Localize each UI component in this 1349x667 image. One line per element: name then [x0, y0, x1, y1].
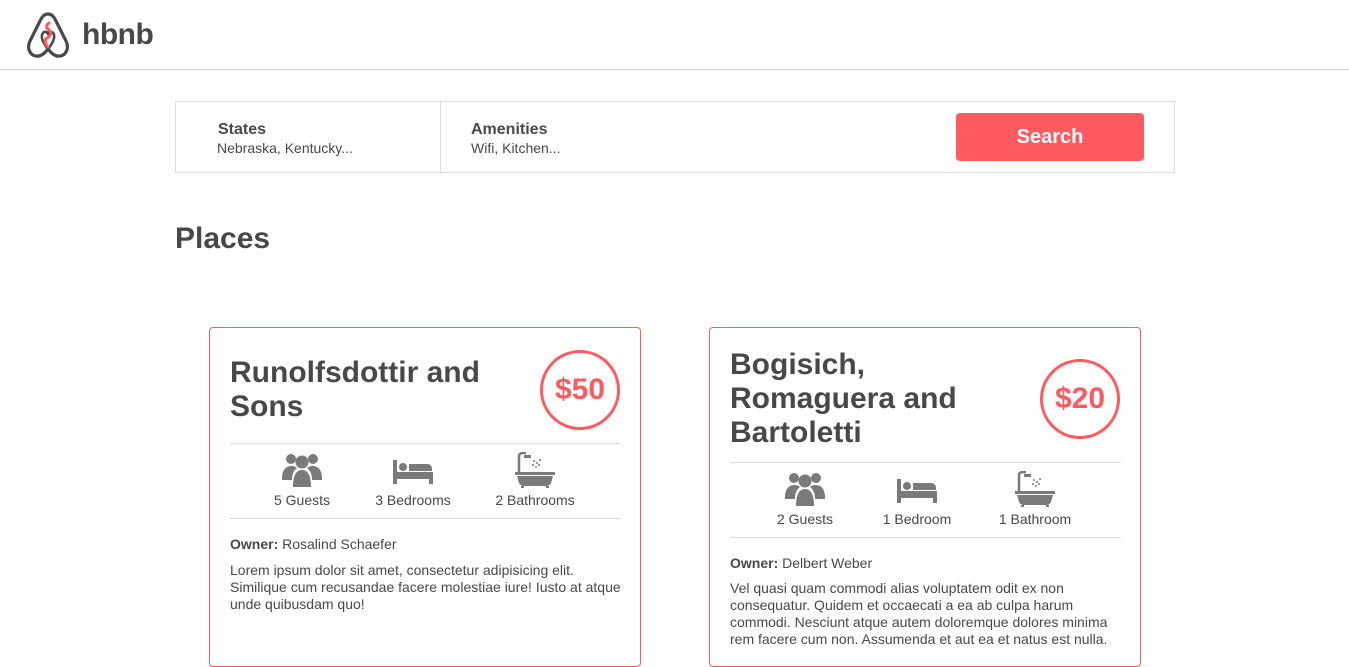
guests-label: 5 Guests	[273, 492, 331, 508]
search-button[interactable]: Search	[956, 113, 1144, 161]
place-header: Runolfsdottir and Sons $50	[230, 348, 620, 432]
states-filter[interactable]: States Nebraska, Kentucky...	[176, 102, 441, 172]
guests-info: 2 Guests	[750, 463, 860, 527]
bathrooms-label: 1 Bathroom	[998, 511, 1072, 527]
place-card[interactable]: Bogisich, Romaguera and Bartoletti $20 2…	[709, 327, 1141, 667]
bedrooms-info: 1 Bedroom	[862, 463, 972, 527]
price-badge: $20	[1040, 359, 1120, 439]
place-description: Vel quasi quam commodi alias voluptatem …	[730, 580, 1108, 647]
guests-info: 5 Guests	[247, 444, 357, 508]
bathrooms-label: 2 Bathrooms	[495, 492, 575, 508]
bed-icon	[897, 479, 937, 503]
place-info: 5 Guests 3 Bedrooms 2 Bathrooms	[230, 443, 621, 519]
bed-icon	[393, 460, 433, 484]
site-header: hbnb	[0, 0, 1349, 70]
bathtub-icon	[515, 452, 555, 488]
place-description: Lorem ipsum dolor sit amet, consectetur …	[230, 562, 621, 612]
place-name: Bogisich, Romaguera and Bartoletti	[730, 348, 957, 449]
amenities-filter[interactable]: Amenities Wifi, Kitchen...	[441, 102, 941, 172]
bedrooms-info: 3 Bedrooms	[358, 444, 468, 508]
guests-icon	[785, 473, 825, 506]
owner-line: Owner: Delbert Weber	[730, 555, 872, 571]
amenities-filter-value: Wifi, Kitchen...	[471, 140, 561, 156]
hbnb-logo-icon	[27, 12, 69, 58]
bathrooms-info: 2 Bathrooms	[480, 444, 590, 508]
states-filter-title: States	[218, 121, 267, 138]
owner-name: Rosalind Schaefer	[282, 536, 397, 552]
place-info: 2 Guests 1 Bedroom 1 Bathroom	[730, 462, 1121, 538]
owner-label: Owner:	[230, 536, 279, 552]
place-card[interactable]: Runolfsdottir and Sons $50 5 Guests 3 Be…	[209, 327, 641, 667]
brand-name: hbnb	[82, 18, 154, 51]
bathrooms-info: 1 Bathroom	[980, 463, 1090, 527]
amenities-filter-title: Amenities	[471, 121, 548, 138]
guests-icon	[282, 454, 322, 487]
logo[interactable]: hbnb	[26, 11, 154, 59]
price-badge: $50	[540, 350, 620, 430]
bedrooms-label: 1 Bedroom	[882, 511, 952, 527]
places-heading: Places	[175, 222, 271, 255]
bedrooms-label: 3 Bedrooms	[375, 492, 451, 508]
owner-name: Delbert Weber	[782, 555, 873, 571]
bathtub-icon	[1015, 471, 1055, 507]
states-filter-value: Nebraska, Kentucky...	[217, 140, 353, 156]
filters-bar: States Nebraska, Kentucky... Amenities W…	[175, 101, 1175, 173]
place-header: Bogisich, Romaguera and Bartoletti $20	[730, 348, 1120, 450]
owner-line: Owner: Rosalind Schaefer	[230, 536, 397, 552]
owner-label: Owner:	[730, 555, 779, 571]
guests-label: 2 Guests	[776, 511, 834, 527]
place-name: Runolfsdottir and Sons	[230, 356, 480, 423]
